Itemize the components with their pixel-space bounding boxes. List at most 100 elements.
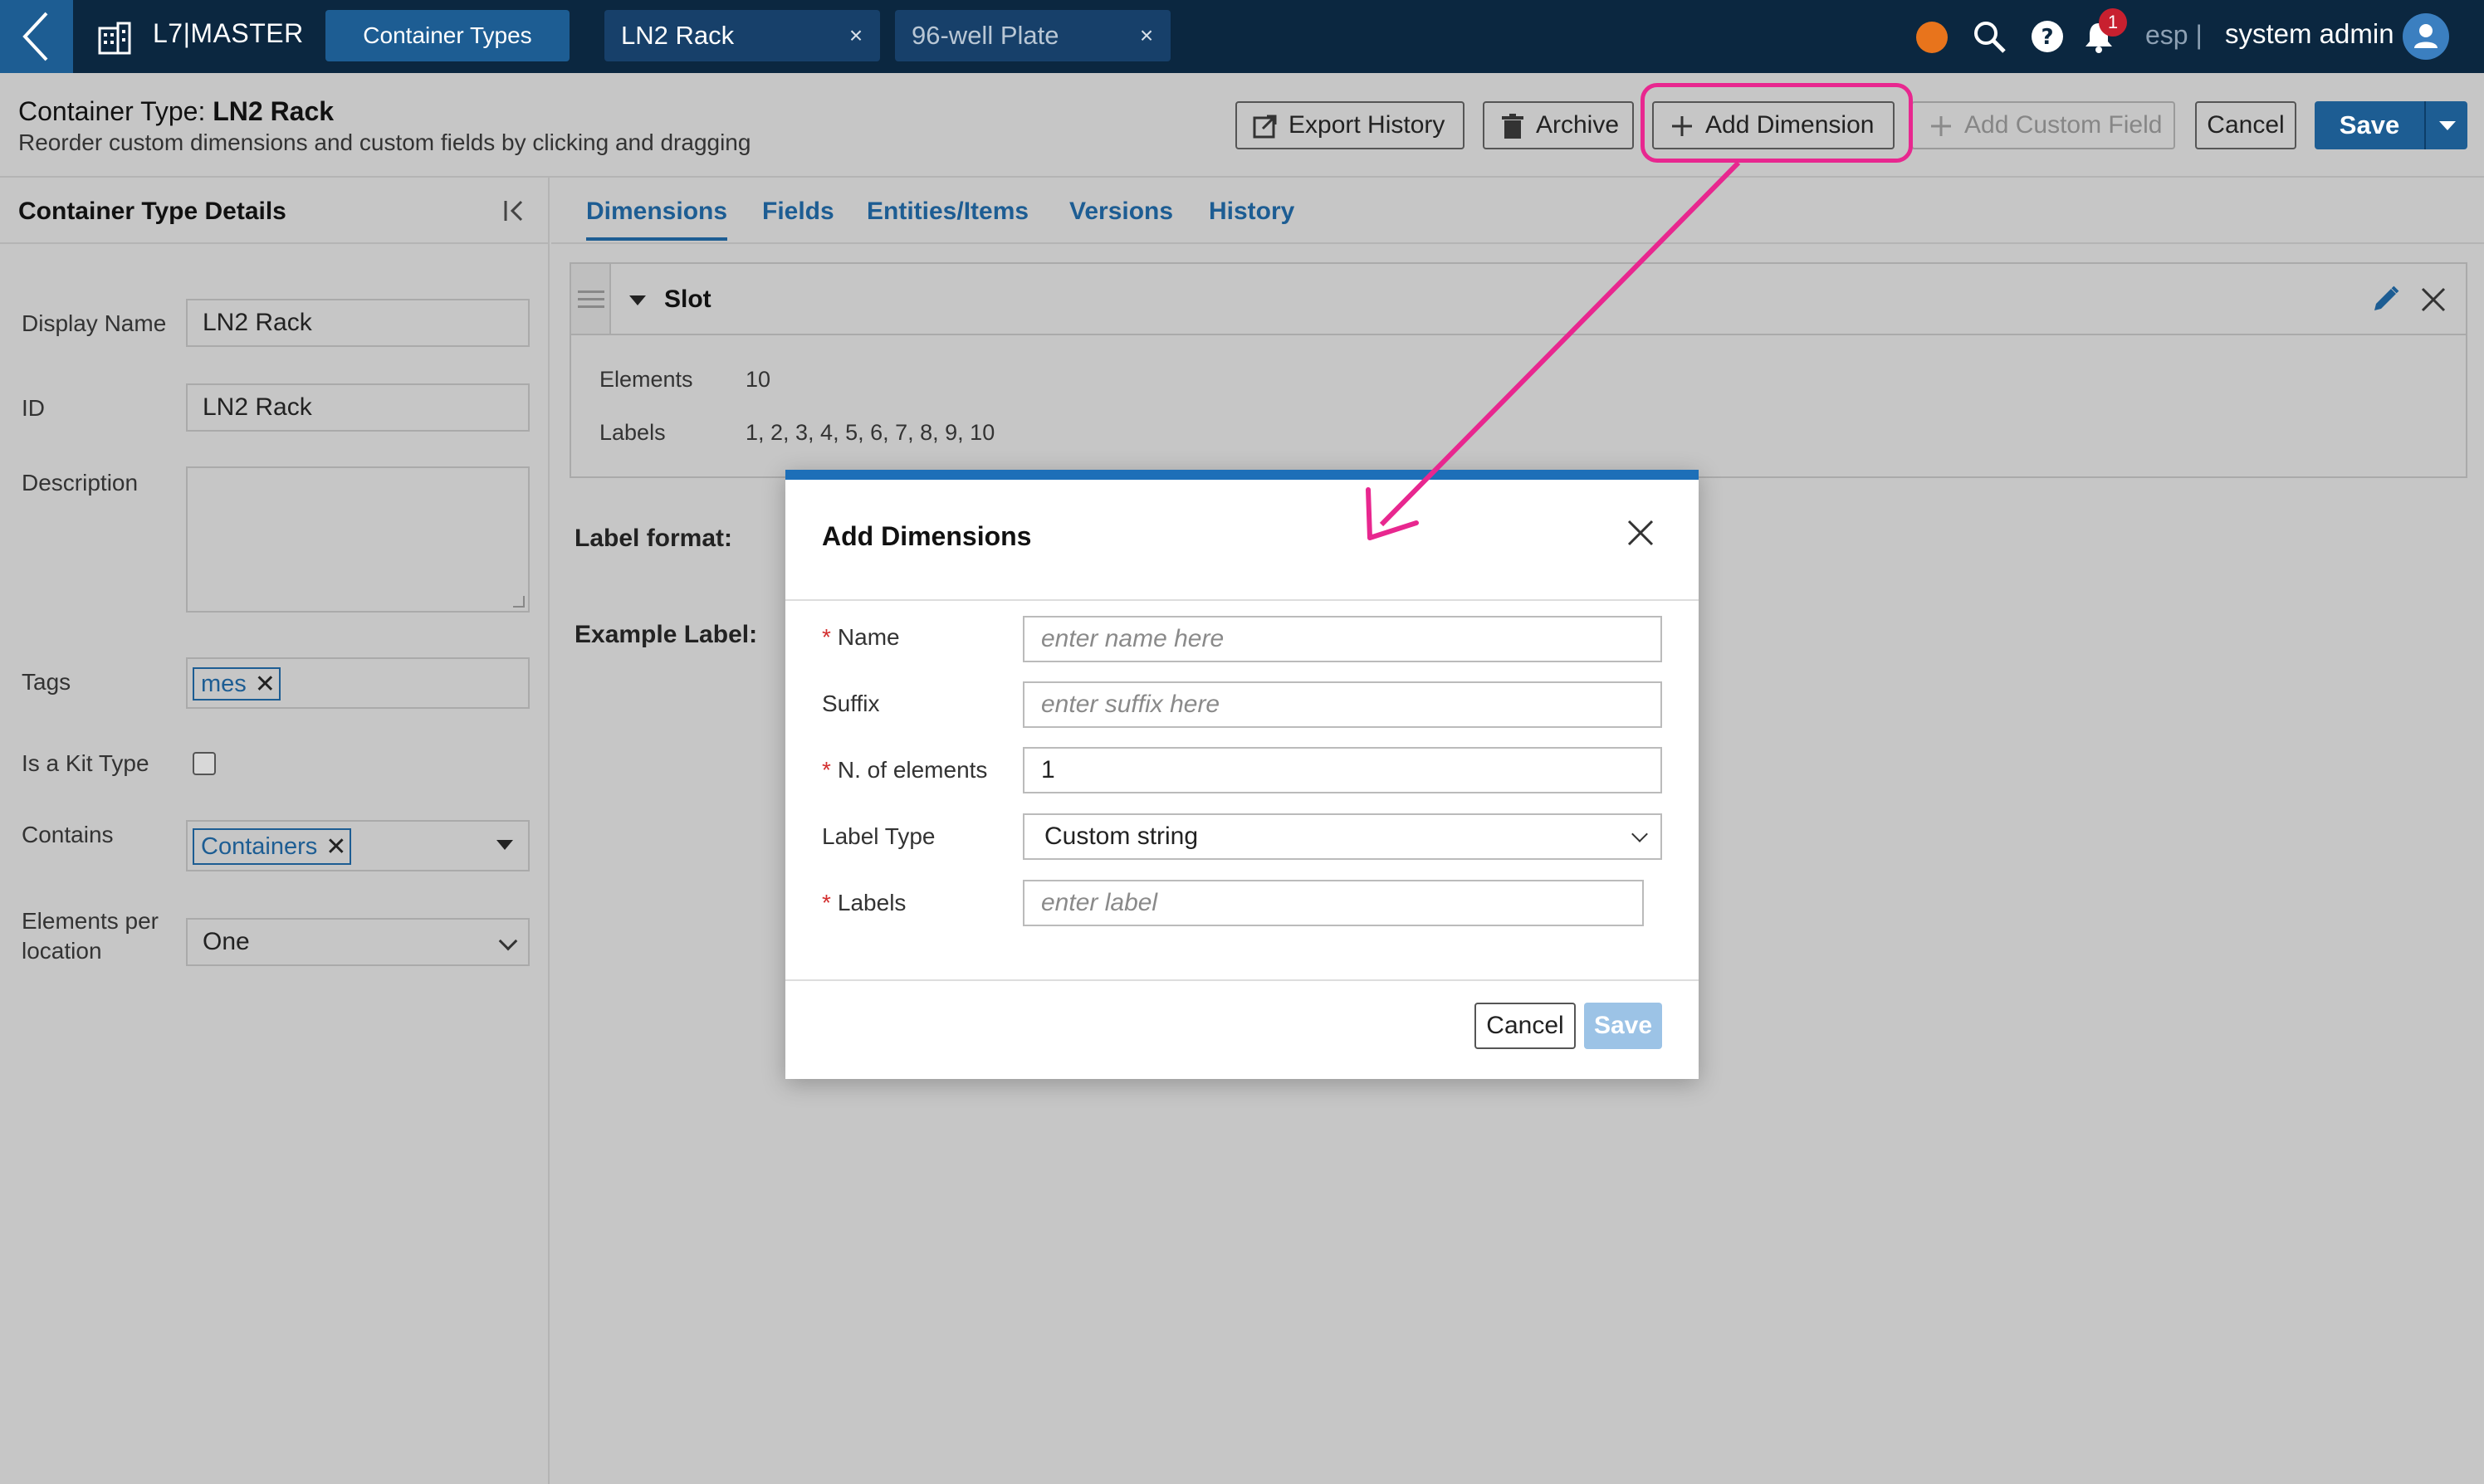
tab-entities-items[interactable]: Entities/Items: [867, 198, 1029, 226]
page-title: Container Type: LN2 Rack: [18, 96, 334, 127]
tags-field[interactable]: mes ✕: [186, 657, 530, 709]
close-tab-icon[interactable]: ×: [1134, 23, 1159, 48]
caret-down-icon[interactable]: [496, 840, 513, 850]
tab-label: LN2 Rack: [621, 21, 735, 50]
close-icon[interactable]: [2419, 286, 2447, 314]
add-custom-field-button[interactable]: Add Custom Field: [1911, 101, 2175, 149]
elements-per-location-value: One: [203, 928, 250, 955]
kit-type-checkbox[interactable]: [193, 752, 216, 775]
elements-label: Elements: [599, 367, 693, 392]
remove-tag-icon[interactable]: ✕: [255, 670, 276, 699]
details-panel: Container Type Details Display Name LN2 …: [0, 178, 550, 1484]
tags-label: Tags: [22, 669, 71, 695]
language-selector[interactable]: esp |: [2145, 20, 2203, 51]
required-marker: *: [822, 890, 831, 915]
labels-label-text: Labels: [837, 890, 907, 915]
export-history-button[interactable]: Export History: [1235, 101, 1464, 149]
name-label-text: Name: [837, 624, 900, 650]
dialog-title: Add Dimensions: [822, 521, 1032, 551]
label-type-value: Custom string: [1044, 823, 1199, 850]
archive-button[interactable]: Archive: [1483, 101, 1634, 149]
chevron-down-icon: [498, 931, 518, 951]
caret-down-icon[interactable]: [2439, 121, 2456, 130]
app-name: L7|MASTER: [153, 18, 304, 48]
status-indicator[interactable]: [1916, 22, 1948, 53]
elements-per-location-select[interactable]: One: [186, 918, 530, 966]
tag-label: mes: [201, 670, 247, 697]
tag-chip: mes ✕: [193, 667, 281, 701]
building-icon[interactable]: [96, 20, 133, 56]
avatar[interactable]: [2403, 13, 2449, 60]
id-field[interactable]: LN2 Rack: [186, 383, 530, 432]
labels-label: Labels: [599, 420, 666, 445]
chevron-left-icon: [22, 12, 48, 61]
close-icon[interactable]: [1624, 516, 1657, 549]
tab-ln2-rack[interactable]: LN2 Rack ×: [604, 10, 880, 61]
search-icon[interactable]: [1971, 18, 2007, 55]
resize-handle[interactable]: [513, 596, 525, 608]
labels-input[interactable]: enter label: [1023, 880, 1644, 926]
tab-fields[interactable]: Fields: [762, 198, 834, 226]
tab-versions[interactable]: Versions: [1069, 198, 1173, 226]
notification-badge: 1: [2099, 8, 2127, 37]
save-split-button[interactable]: Save: [2315, 101, 2467, 149]
contains-chip-label: Containers: [201, 832, 318, 860]
suffix-input[interactable]: enter suffix here: [1023, 681, 1662, 728]
dialog-cancel-button[interactable]: Cancel: [1474, 1003, 1576, 1049]
page-subtitle: Reorder custom dimensions and custom fie…: [18, 129, 751, 155]
tab-container-types[interactable]: Container Types: [325, 10, 570, 61]
labels-label: * Labels: [822, 890, 906, 916]
dimension-card: Slot Elements 10 Labels 1, 2, 3, 4, 5, 6…: [570, 262, 2467, 478]
cancel-button[interactable]: Cancel: [2195, 101, 2296, 149]
add-dimensions-dialog: Add Dimensions * Name enter name here Suf…: [785, 470, 1699, 1079]
tab-history[interactable]: History: [1209, 198, 1294, 226]
tab-dimensions[interactable]: Dimensions: [586, 198, 728, 241]
page-header: Container Type: LN2 Rack Reorder custom …: [0, 73, 2484, 178]
external-link-icon: [1253, 115, 1277, 139]
description-textarea[interactable]: [186, 466, 530, 613]
name-label: * Name: [822, 624, 900, 651]
elements-per-location-label: Elements per: [22, 908, 159, 934]
description-label: Description: [22, 470, 139, 495]
export-history-label: Export History: [1288, 111, 1445, 139]
name-input[interactable]: enter name here: [1023, 616, 1662, 662]
contains-label: Contains: [22, 822, 114, 847]
label-type-label: Label Type: [822, 823, 936, 849]
save-button[interactable]: Save: [2315, 101, 2424, 149]
label-format-label: Label format:: [575, 525, 733, 552]
id-label: ID: [22, 395, 45, 421]
user-icon: [2414, 24, 2438, 48]
content-tabs: Dimensions Fields Entities/Items Version…: [551, 178, 2484, 244]
elements-value: 10: [746, 367, 771, 392]
pencil-icon[interactable]: [2369, 284, 2401, 315]
tab-label: 96-well Plate: [912, 21, 1059, 50]
chevron-down-icon: [1631, 826, 1648, 842]
collapse-panel-icon[interactable]: [501, 198, 528, 224]
drag-handle[interactable]: [571, 264, 611, 334]
remove-contains-icon[interactable]: ✕: [325, 832, 346, 862]
example-label-label: Example Label:: [575, 621, 758, 648]
back-button[interactable]: [0, 0, 73, 73]
dialog-save-button[interactable]: Save: [1584, 1003, 1662, 1049]
tab-96-well-plate[interactable]: 96-well Plate ×: [895, 10, 1171, 61]
plus-icon: [1931, 116, 1951, 136]
dimension-name: Slot: [664, 286, 711, 313]
help-icon[interactable]: ?: [2029, 18, 2066, 55]
kit-type-label: Is a Kit Type: [22, 750, 149, 776]
details-panel-title: Container Type Details: [18, 198, 286, 225]
display-name-field[interactable]: LN2 Rack: [186, 299, 530, 347]
label-type-select[interactable]: Custom string: [1023, 813, 1662, 860]
close-tab-icon[interactable]: ×: [843, 23, 868, 48]
svg-text:?: ?: [2041, 25, 2053, 50]
labels-value: 1, 2, 3, 4, 5, 6, 7, 8, 9, 10: [746, 420, 995, 445]
contains-field[interactable]: Containers ✕: [186, 820, 530, 871]
divider: [785, 599, 1699, 601]
required-marker: *: [822, 624, 831, 650]
top-navigation-bar: L7|MASTER Container Types LN2 Rack × 96-…: [0, 0, 2484, 73]
caret-down-icon[interactable]: [629, 295, 646, 305]
user-name[interactable]: system admin: [2225, 18, 2394, 50]
divider: [785, 979, 1699, 981]
suffix-label: Suffix: [822, 691, 880, 716]
n-elements-input[interactable]: 1: [1023, 747, 1662, 793]
annotation-highlight: [1641, 83, 1913, 163]
